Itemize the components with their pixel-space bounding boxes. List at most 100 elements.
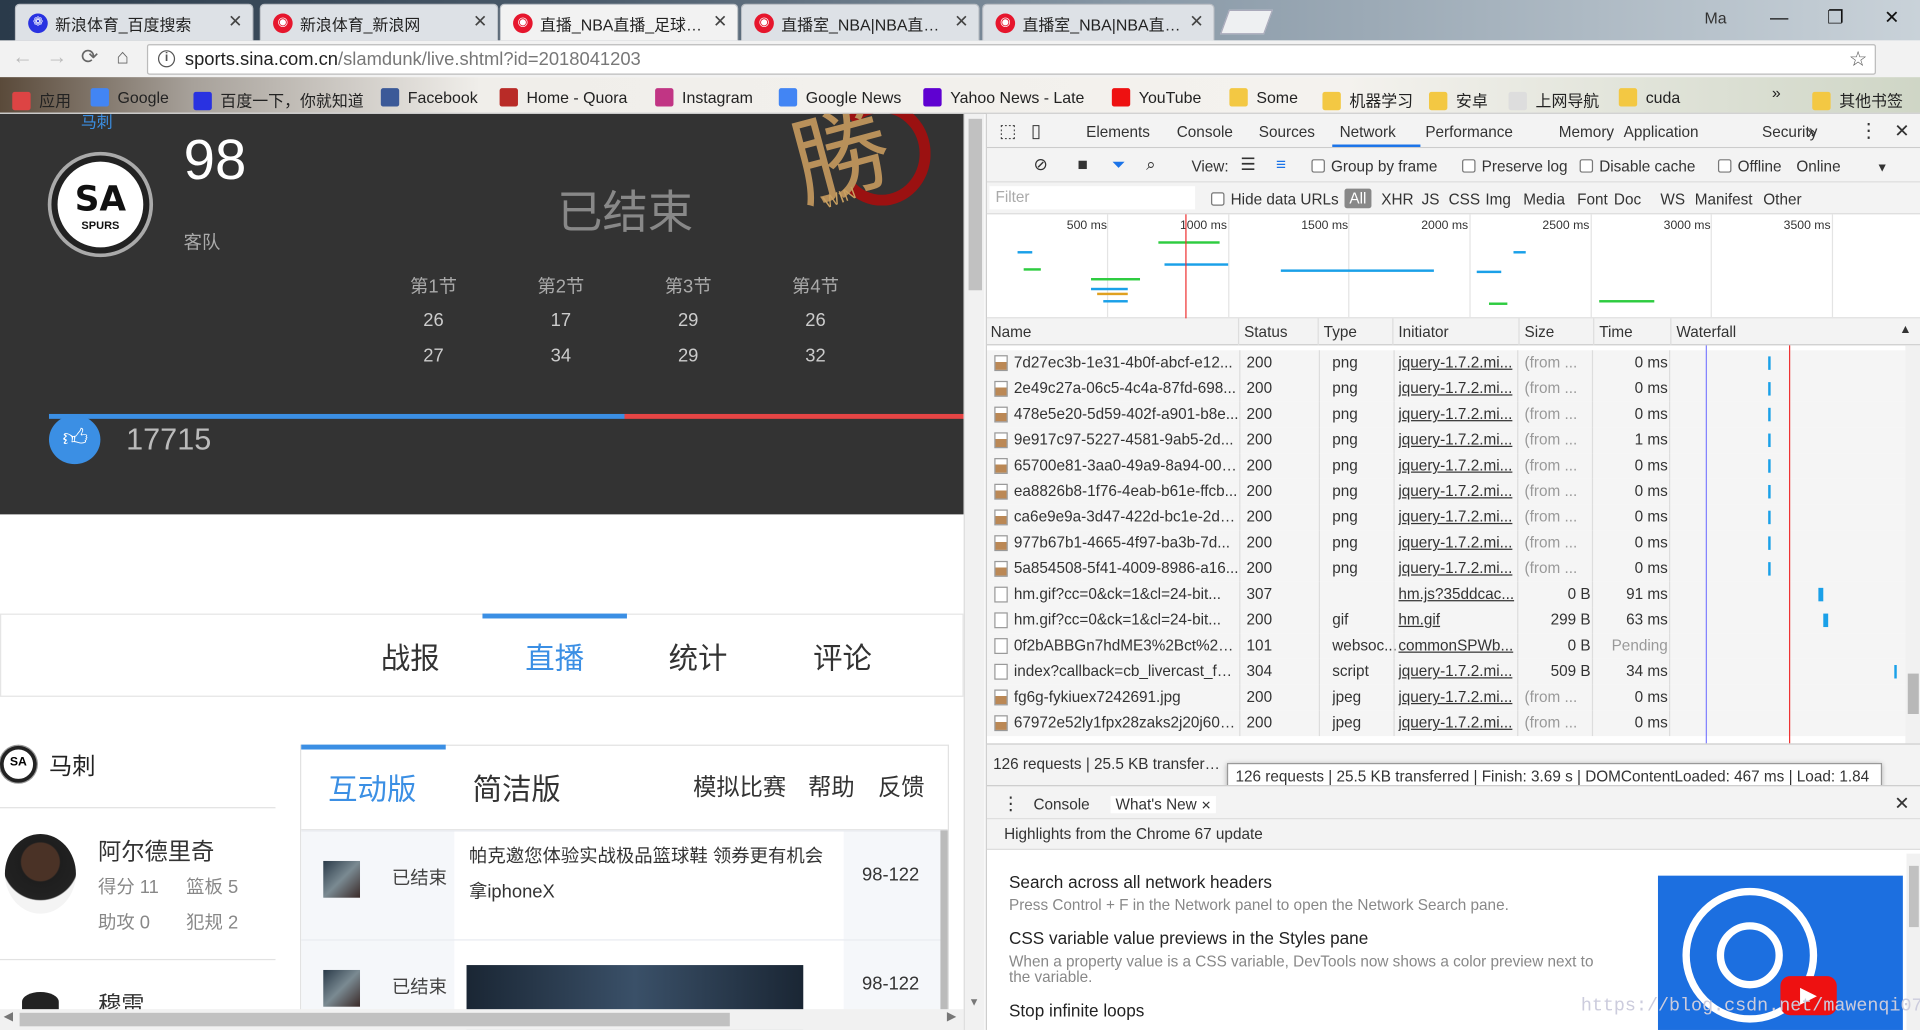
scroll-right-icon[interactable]: ▶	[947, 1010, 956, 1023]
table-row[interactable]: ea8826b8-1f76-4eab-b61e-ffcb... 200 png jqu…	[986, 478, 1906, 505]
filter-type-manifest[interactable]: Manifest	[1695, 191, 1753, 208]
feedback-link[interactable]: 反馈	[878, 769, 925, 802]
tab-sources[interactable]: Sources	[1259, 124, 1315, 141]
cell-initiator[interactable]: jquery-1.7.2.mi...	[1398, 688, 1517, 705]
back-icon[interactable]: ←	[12, 45, 33, 69]
close-tab-icon[interactable]: ✕	[1189, 11, 1203, 32]
table-row[interactable]: hm.gif?cc=0&ck=1&cl=24-bit... 200 gif hm.gi…	[986, 607, 1906, 634]
bookmark-9[interactable]: Some	[1229, 88, 1298, 107]
help-link[interactable]: 帮助	[808, 769, 855, 802]
bookmark-10[interactable]: 机器学习	[1322, 88, 1413, 111]
table-row[interactable]: 7d27ec3b-1e31-4b0f-abcf-e12... 200 png jque…	[986, 350, 1906, 376]
drawer-menu-icon[interactable]: ⋮	[1002, 792, 1020, 815]
whats-new-heading[interactable]: Stop infinite loops	[1009, 1001, 1144, 1021]
feed-scrollbar[interactable]	[940, 830, 948, 1021]
browser-tab[interactable]: ◉ 直播室_NBA|NBA直播|N ✕	[982, 3, 1215, 41]
offline-checkbox[interactable]: Offline	[1717, 158, 1782, 175]
minimize-button[interactable]: —	[1751, 0, 1807, 37]
table-row[interactable]: 2e49c27a-06c5-4c4a-87fd-698... 200 png jque…	[986, 375, 1906, 402]
filter-type-ws[interactable]: WS	[1660, 191, 1685, 208]
column-name[interactable]: Name	[991, 323, 1032, 340]
bookmark-7[interactable]: Yahoo News - Late	[923, 88, 1084, 107]
bookmark-star-icon[interactable]: ☆	[1849, 48, 1868, 72]
table-row[interactable]: 478e5e20-5d59-402f-a901-b8e... 200 png jque…	[986, 401, 1906, 428]
tab-[interactable]: »	[1807, 124, 1816, 141]
table-row[interactable]: 977b67b1-4665-4f97-ba3b-7d... 200 png jquer…	[986, 530, 1906, 557]
tab-report[interactable]: 战报	[338, 634, 482, 677]
player-avatar[interactable]	[4, 834, 76, 914]
tab-application[interactable]: Application	[1624, 124, 1699, 141]
table-row[interactable]: 65700e81-3aa0-49a9-8a94-004... 200 png jque…	[986, 453, 1906, 479]
tab-live[interactable]: 直播	[482, 634, 626, 677]
cell-initiator[interactable]: jquery-1.7.2.mi...	[1398, 508, 1517, 525]
browser-tab[interactable]: ◉ 直播_NBA直播_足球直播 ✕	[499, 3, 739, 41]
cell-initiator[interactable]: jquery-1.7.2.mi...	[1398, 534, 1517, 551]
tab-console[interactable]: Console	[1033, 796, 1089, 813]
close-tab-icon[interactable]: ✕	[713, 11, 727, 32]
scroll-down-icon[interactable]: ▼	[969, 996, 980, 1008]
bookmark-0[interactable]: 应用	[12, 88, 71, 111]
browser-tab[interactable]: ◉ 直播室_NBA|NBA直播|N ✕	[740, 3, 980, 41]
bookmark-2[interactable]: 百度一下，你就知道	[193, 88, 364, 111]
cell-initiator[interactable]: commonSPWb...	[1398, 637, 1517, 654]
feed-row[interactable]: 已结束 帕克邀您体验实战极品篮球鞋 领券更有机会拿iphoneX 98-122	[301, 830, 948, 941]
cell-initiator[interactable]: jquery-1.7.2.mi...	[1398, 714, 1517, 731]
bookmark-6[interactable]: Google News	[778, 88, 901, 107]
cell-initiator[interactable]: jquery-1.7.2.mi...	[1398, 431, 1517, 448]
bookmark-11[interactable]: 安卓	[1428, 88, 1488, 111]
table-row[interactable]: 0f2bABBGn7hdME3%2Bct%2B... 101 websoc... co…	[986, 633, 1906, 659]
profile-name[interactable]: Ma	[1705, 9, 1727, 27]
bookmark-14[interactable]: »	[1772, 83, 1781, 101]
tab-console[interactable]: Console	[1177, 124, 1233, 141]
tab-whats-new[interactable]: What's New ✕	[1110, 796, 1217, 814]
cell-initiator[interactable]: jquery-1.7.2.mi...	[1398, 380, 1517, 397]
tab-interactive[interactable]: 互动版	[328, 765, 416, 808]
new-tab-button[interactable]	[1220, 9, 1274, 35]
team-name[interactable]: 马刺	[49, 748, 96, 781]
filter-icon[interactable]: ⏷	[1112, 154, 1126, 175]
whats-new-heading[interactable]: CSS variable value previews in the Style…	[1009, 928, 1368, 948]
tab-comments[interactable]: 评论	[770, 634, 914, 677]
bookmark-4[interactable]: Home - Quora	[499, 88, 627, 107]
bookmark-15[interactable]: 其他书签	[1812, 88, 1903, 111]
filter-type-other[interactable]: Other	[1763, 191, 1801, 208]
column-time[interactable]: Time	[1599, 323, 1632, 340]
reload-icon[interactable]: ⟳	[81, 45, 98, 69]
close-window-button[interactable]: ✕	[1864, 0, 1920, 37]
bookmark-5[interactable]: Instagram	[655, 88, 753, 107]
filter-type-media[interactable]: Media	[1523, 191, 1565, 208]
search-icon[interactable]: ⌕	[1146, 154, 1156, 175]
column-status[interactable]: Status	[1244, 323, 1287, 340]
cell-initiator[interactable]: jquery-1.7.2.mi...	[1398, 457, 1517, 474]
close-tab-icon[interactable]: ✕	[954, 11, 968, 32]
cell-initiator[interactable]: jquery-1.7.2.mi...	[1398, 354, 1517, 371]
whats-new-heading[interactable]: Search across all network headers	[1009, 872, 1272, 892]
tab-memory[interactable]: Memory	[1559, 124, 1614, 141]
column-type[interactable]: Type	[1324, 323, 1357, 340]
clear-icon[interactable]: ⊘	[1033, 154, 1047, 175]
close-tab-icon[interactable]: ✕	[228, 11, 242, 32]
requests-scrollbar[interactable]	[1905, 345, 1920, 744]
forward-icon[interactable]: →	[47, 45, 68, 69]
sort-icon[interactable]: ▲	[1899, 323, 1911, 336]
simulate-link[interactable]: 模拟比赛	[693, 769, 786, 802]
cell-initiator[interactable]: hm.gif	[1398, 611, 1517, 628]
table-row[interactable]: fg6g-fykiuex7242691.jpg 200 jpeg jquery-1.7…	[986, 684, 1906, 711]
team-logo[interactable]: SA	[0, 745, 37, 783]
filter-type-img[interactable]: Img	[1485, 191, 1511, 208]
group-by-frame-checkbox[interactable]: Group by frame	[1311, 158, 1437, 175]
devtools-menu-icon[interactable]: ⋮	[1859, 119, 1879, 143]
hide-data-urls-checkbox[interactable]: Hide data URLs	[1211, 191, 1339, 208]
spurs-logo[interactable]: SA SPURS	[51, 155, 150, 254]
address-bar[interactable]: i sports.sina.com.cn/slamdunk/live.shtml…	[146, 44, 1876, 75]
waterfall-view-icon[interactable]: ≡	[1276, 154, 1286, 174]
device-toolbar-icon[interactable]: ▯	[1031, 120, 1041, 142]
filter-type-doc[interactable]: Doc	[1614, 191, 1641, 208]
filter-type-css[interactable]: CSS	[1449, 191, 1480, 208]
bookmark-13[interactable]: cuda	[1618, 88, 1680, 107]
table-row[interactable]: 9e917c97-5227-4581-9ab5-2d... 200 png jquer…	[986, 427, 1906, 454]
network-overview[interactable]: 500 ms 1000 ms 1500 ms 2000 ms 2500 ms 3000 m…	[986, 214, 1920, 319]
cell-initiator[interactable]: hm.js?35ddcac...	[1398, 585, 1517, 602]
filter-type-xhr[interactable]: XHR	[1381, 191, 1413, 208]
cell-initiator[interactable]: jquery-1.7.2.mi...	[1398, 560, 1517, 577]
